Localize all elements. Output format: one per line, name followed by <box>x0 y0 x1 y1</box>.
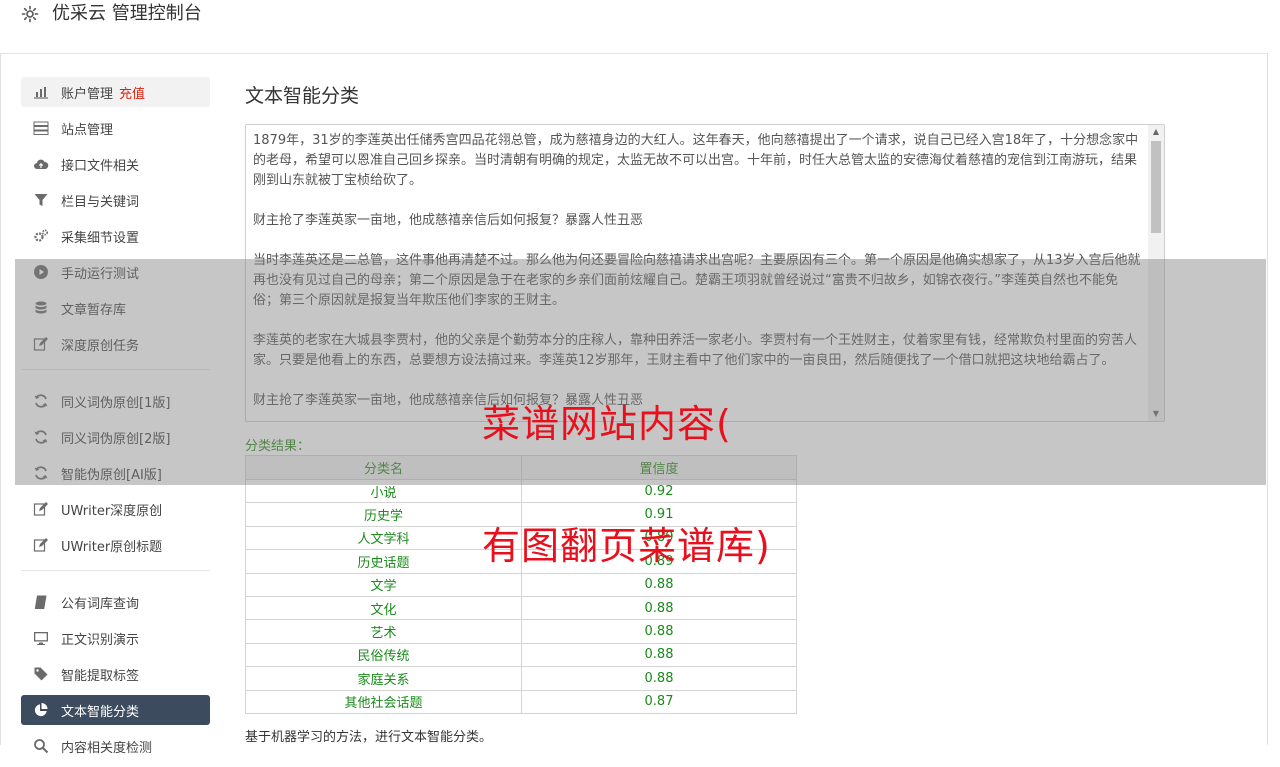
sidebar-item-label: 接口文件相关 <box>61 158 140 174</box>
scrollbar-thumb[interactable] <box>1151 141 1161 233</box>
sidebar-divider <box>21 570 210 571</box>
confidence-cell: 0.88 <box>521 619 797 644</box>
bar-chart-icon <box>32 84 50 100</box>
table-row: 家庭关系 0.88 <box>245 666 797 691</box>
category-cell: 艺术 <box>245 619 522 644</box>
main-content: 文本智能分类 1879年，31岁的李莲英出任储秀宫四品花翎总管，成为慈禧身边的大… <box>245 84 1165 745</box>
sidebar-item[interactable]: 内容相关度检测 <box>21 731 210 761</box>
table-row: 文学 0.88 <box>245 572 797 597</box>
category-cell: 文学 <box>245 572 522 597</box>
edit-icon <box>32 537 50 553</box>
category-cell: 家庭关系 <box>245 666 522 691</box>
category-cell: 人文学科 <box>245 525 522 551</box>
sidebar-item-label: 内容相关度检测 <box>61 740 153 756</box>
text-paragraph: 财主抢了李莲英家一亩地，他成慈禧亲信后如何报复？暴露人性丑恶 <box>253 213 644 228</box>
sidebar-item[interactable]: 采集细节设置 <box>21 221 210 251</box>
footnote: 基于机器学习的方法，进行文本智能分类。 <box>245 730 493 745</box>
left-border <box>0 0 1 745</box>
sidebar-item-label: 文本智能分类 <box>61 704 140 720</box>
recharge-link[interactable]: 充值 <box>119 83 145 102</box>
filter-icon <box>32 192 50 208</box>
sidebar-item-label: 采集细节设置 <box>61 230 140 246</box>
category-cell: 文化 <box>245 595 522 621</box>
category-cell: 民俗传统 <box>245 642 522 668</box>
monitor-icon <box>32 630 50 646</box>
book-icon <box>32 594 50 610</box>
category-cell: 历史话题 <box>245 549 522 574</box>
sidebar-item-label: 栏目与关键词 <box>61 194 140 210</box>
category-cell: 其他社会话题 <box>245 689 522 714</box>
sidebar-item-label: UWriter深度原创 <box>61 503 163 519</box>
page-title: 文本智能分类 <box>245 85 360 107</box>
sidebar-item-label: 智能提取标签 <box>61 668 140 684</box>
confidence-cell: 0.87 <box>521 689 797 714</box>
sidebar-item-label: 账户管理 <box>61 86 114 102</box>
sidebar-item[interactable]: 栏目与关键词 <box>21 185 210 215</box>
sidebar-item-label: 正文识别演示 <box>61 632 140 648</box>
cloud-upload-icon <box>32 156 50 172</box>
table-row: 民俗传统 0.88 <box>245 642 797 668</box>
sidebar-item[interactable]: 账户管理 充值 <box>21 77 210 107</box>
confidence-cell: 0.88 <box>521 642 797 668</box>
watermark-line-1: 菜谱网站内容( <box>482 402 732 446</box>
gear-icon[interactable] <box>20 4 40 24</box>
watermark-overlay <box>15 259 1266 485</box>
table-row: 艺术 0.88 <box>245 619 797 644</box>
app-title: 优采云 管理控制台 <box>52 3 202 24</box>
table-row: 其他社会话题 0.87 <box>245 689 797 714</box>
tag-icon <box>32 666 50 682</box>
sidebar-item[interactable]: 文本智能分类 <box>21 695 210 725</box>
text-paragraph: 1879年，31岁的李莲英出任储秀宫四品花翎总管，成为慈禧身边的大红人。这年春天… <box>253 133 1139 188</box>
confidence-cell: 0.88 <box>521 666 797 691</box>
confidence-cell: 0.88 <box>521 595 797 621</box>
watermark-line-2: 有图翻页菜谱库) <box>482 524 771 568</box>
sidebar-item-label: 站点管理 <box>61 122 114 138</box>
server-icon <box>32 120 50 136</box>
table-row: 文化 0.88 <box>245 595 797 621</box>
top-header: 优采云 管理控制台 <box>0 0 1268 54</box>
edit-icon <box>32 501 50 517</box>
sidebar-item[interactable]: UWriter深度原创 <box>21 494 210 524</box>
confidence-cell: 0.88 <box>521 572 797 597</box>
cogs-icon <box>32 228 50 244</box>
pie-chart-icon <box>32 702 50 718</box>
sidebar-item[interactable]: UWriter原创标题 <box>21 530 210 560</box>
sidebar-item-label: UWriter原创标题 <box>61 539 163 555</box>
sidebar-item[interactable]: 站点管理 <box>21 113 210 143</box>
category-cell: 历史学 <box>245 502 522 527</box>
classification-table: 分类名 置信度 小说 0.92 历史学 0.91 人文学科 0.89 历史话题 0.89 文学 0… <box>245 455 797 714</box>
sidebar-item[interactable]: 公有词库查询 <box>21 587 210 617</box>
scroll-up-icon[interactable]: ▲ <box>1148 125 1164 139</box>
search-icon <box>32 738 50 754</box>
sidebar-item[interactable]: 正文识别演示 <box>21 623 210 653</box>
sidebar-item[interactable]: 智能提取标签 <box>21 659 210 689</box>
sidebar-item-label: 公有词库查询 <box>61 596 140 612</box>
sidebar-item[interactable]: 接口文件相关 <box>21 149 210 179</box>
